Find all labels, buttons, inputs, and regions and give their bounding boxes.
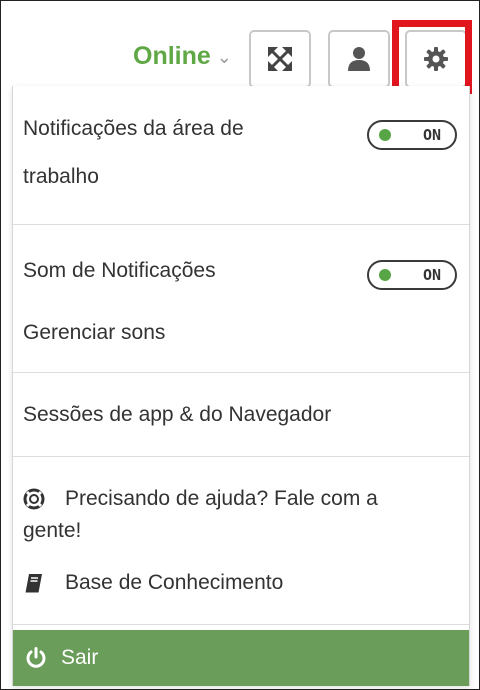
book-icon <box>25 574 42 593</box>
chevron-down-icon: ⌄ <box>216 47 232 67</box>
toggle-state: ON <box>422 266 441 284</box>
power-icon <box>26 647 46 668</box>
lifebuoy-icon <box>23 488 45 510</box>
toggle-state: ON <box>422 126 441 144</box>
desktop-notifications-toggle[interactable]: ON <box>367 120 457 150</box>
notification-sound-toggle[interactable]: ON <box>367 260 457 290</box>
knowledge-base-link[interactable]: Base de Conhecimento <box>65 568 283 598</box>
logout-label: Sair <box>61 646 99 669</box>
expand-button[interactable] <box>249 30 311 88</box>
divider <box>13 372 469 373</box>
desktop-notifications-label-line1: Notificações da área de <box>23 117 244 140</box>
app-browser-sessions-link[interactable]: Sessões de app & do Navegador <box>23 400 331 430</box>
manage-sounds-link[interactable]: Gerenciar sons <box>23 318 165 348</box>
desktop-notifications-label-line2: trabalho <box>23 165 99 188</box>
divider <box>13 224 469 225</box>
toggle-knob <box>379 129 391 141</box>
divider <box>13 624 469 625</box>
user-button[interactable] <box>328 30 390 88</box>
help-link-line2[interactable]: gente! <box>23 516 81 546</box>
status-dropdown[interactable]: Online ⌄ <box>133 42 232 71</box>
user-icon <box>348 47 370 71</box>
logout-button[interactable]: Sair <box>13 630 469 686</box>
toggle-knob <box>379 269 391 281</box>
status-label: Online <box>133 42 211 70</box>
settings-menu: Notificações da área de trabalho ON Som … <box>12 86 470 686</box>
settings-highlight-box <box>392 20 472 94</box>
notification-sound-label: Som de Notificações <box>23 259 216 282</box>
help-link-line1[interactable]: Precisando de ajuda? Fale com a <box>65 484 378 514</box>
expand-arrows-icon <box>268 47 292 71</box>
divider <box>13 456 469 457</box>
